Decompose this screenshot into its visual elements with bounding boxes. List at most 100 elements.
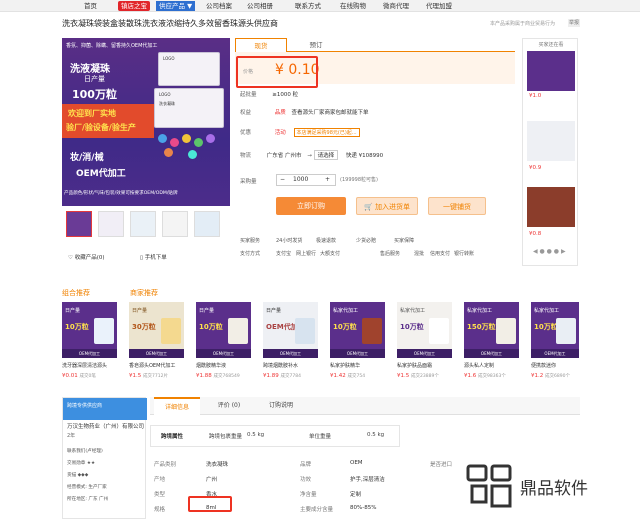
ship-to-select[interactable]: 请选择 (313, 150, 339, 160)
stock-note: (199998粒可售) (340, 177, 378, 183)
promo-value[interactable]: 本店满足采购98元(已)起... (293, 128, 360, 137)
rec-card[interactable]: 私家代加工 10万粒 OEM代加工 (531, 302, 579, 358)
aftersale-transfer: 银行转账 (454, 251, 475, 257)
card-sold: 成交754 (347, 374, 366, 379)
card-product-image (161, 318, 181, 344)
payment-alipay: 支付宝 (276, 251, 292, 257)
cross-border-attributes: 跨境属性 跨境包裹重量 0.5 kg 单位重量 0.5 kg (150, 425, 400, 447)
image-line4: 妆/消/械 (70, 153, 104, 163)
nav-contact[interactable]: 联系方式 (295, 1, 321, 11)
card-name[interactable]: 洗牙器深层清洁源头 (62, 362, 117, 369)
image-footer: 产品颜色/形状/气味/包装/效果可按要求OEM/ODM/贴牌 (64, 191, 178, 196)
moq-row: 起批量 ≥1000 粒 (240, 90, 298, 98)
side-pager[interactable]: ◀ ● ● ● ▶ (533, 248, 566, 255)
card-footer: OEM代加工 (62, 349, 117, 358)
nav-franchise[interactable]: 代理加盟 (426, 1, 452, 11)
thumbnail[interactable] (194, 211, 220, 237)
nav-wechat-agent[interactable]: 微商代理 (383, 1, 409, 11)
shop-contact[interactable]: 联系我们(卢经理) (67, 448, 103, 454)
spec-key: 类型 (154, 492, 166, 498)
section-shop-rec[interactable]: 商家推荐 (130, 288, 158, 298)
card-name[interactable]: 私家护肤精华 (330, 362, 385, 369)
nav-company-profile[interactable]: 公司档案 (206, 1, 232, 11)
card-sold: 成交0笔 (79, 374, 96, 379)
collect-button[interactable]: ♡ 收藏产品(0) (68, 253, 104, 261)
nav-featured[interactable]: 镇店之宝 (118, 1, 150, 11)
shop-name[interactable]: 万汉生物药业（广州）有限公司 (67, 422, 145, 430)
card-name[interactable]: 便携款迷你 (531, 362, 579, 369)
image-banner-line1: 欢迎到厂实地 (68, 109, 116, 118)
rec-card[interactable]: 日产量 10万粒 OEM代加工 (62, 302, 117, 358)
top-navigation: 首页 镇店之宝 供应产品 ▼ 公司档案 公司相册 联系方式 在线购物 微商代理 … (0, 0, 640, 12)
add-to-cart-button[interactable]: 🛒 加入进货单 (356, 197, 418, 215)
nav-company-album[interactable]: 公司相册 (247, 1, 273, 11)
quantity-input[interactable]: 1000 (293, 176, 308, 183)
aftersale-label: 售后服务 (380, 251, 401, 257)
box-logo-label-2: LOGO (159, 92, 171, 97)
service-24h: 24小时发货 (276, 238, 303, 244)
shop-rating: 货描 ◆◆◆ (67, 473, 89, 478)
rec-card[interactable]: 日产量 OEM代加工 OEM代加工 (263, 302, 318, 358)
highlight-box-spec (188, 496, 232, 512)
tab-reviews[interactable]: 评价 (0) (206, 397, 252, 415)
thumbnail[interactable] (98, 211, 124, 237)
benefit-tag: 品质 (274, 110, 286, 116)
pod-icon (194, 138, 203, 147)
product-box-top: LOGO (158, 52, 220, 86)
nav-products-dropdown[interactable]: 供应产品 ▼ (156, 1, 196, 11)
card-price-value: ¥0.01 (62, 373, 78, 379)
tab-order-notes[interactable]: 订购说明 (256, 397, 306, 415)
pod-icon (188, 150, 197, 159)
card-sold: 成交7784 (280, 374, 301, 379)
rec-card[interactable]: 私家代加工 150万粒 OEM代加工 (464, 302, 519, 358)
card-product-image (496, 318, 516, 344)
spec-key: 是否进口 (430, 462, 453, 468)
quantity-stepper[interactable]: − 1000 + (276, 174, 336, 186)
card-product-image (94, 318, 114, 344)
thumbnail[interactable] (162, 211, 188, 237)
ship-from: 广东省 广州市 (266, 153, 302, 159)
tab-details[interactable]: 详细信息 (154, 397, 200, 415)
quantity-plus-button[interactable]: + (325, 176, 330, 183)
quantity-minus-button[interactable]: − (280, 176, 285, 183)
main-product-image[interactable]: 香氛、抑菌、除螨、留香持久OEM代加工 洗液凝珠 日产量 100万粒 欢迎到厂实… (62, 38, 230, 206)
section-combo[interactable]: 组合推荐 (62, 288, 90, 298)
card-footer: OEM代加工 (196, 349, 251, 358)
report-button[interactable]: 举报 (568, 19, 580, 27)
rec-card[interactable]: 私家代加工 10万粒 OEM代加工 (397, 302, 452, 358)
add-to-cart-label: 加入进货单 (374, 203, 410, 211)
card-price-value: ¥1.6 (464, 373, 477, 379)
moq-value: ≥1000 粒 (272, 92, 299, 98)
tab-preorder[interactable]: 预订 (301, 38, 331, 52)
card-price-value: ¥1.89 (263, 373, 279, 379)
spec-key: 品牌 (300, 462, 312, 468)
card-price: ¥1.5 成交23889个 (397, 373, 439, 379)
rec-card[interactable]: 日产量 10万粒 OEM代加工 (196, 302, 251, 358)
card-name[interactable]: 香皂源头OEM代加工 (129, 362, 184, 369)
card-name[interactable]: 跨境烟酰胺补水 (263, 362, 318, 369)
nav-home[interactable]: 首页 (84, 1, 97, 11)
benefit-value: 查看源头厂家商家包邮就能下单 (291, 110, 369, 116)
card-price: ¥1.6 成交98363个 (464, 373, 506, 379)
thumbnail[interactable] (66, 211, 92, 237)
mobile-order-button[interactable]: ▯ 手机下单 (140, 253, 167, 261)
thumbnail-strip (66, 211, 226, 237)
quick-list-button[interactable]: 一键铺货 (428, 197, 486, 215)
side-product-image[interactable] (527, 187, 575, 227)
rec-card[interactable]: 私家代加工 10万粒 OEM代加工 (330, 302, 385, 358)
nav-online-shop[interactable]: 在线购物 (340, 1, 366, 11)
card-name[interactable]: 源头私人定制 (464, 362, 519, 369)
side-product-image[interactable] (527, 51, 575, 91)
card-name[interactable]: 私家护肤品面霜 (397, 362, 452, 369)
card-headline: 10万粒 (333, 323, 357, 331)
rec-card[interactable]: 日产量 30万粒 OEM代加工 (129, 302, 184, 358)
tab-in-stock[interactable]: 现货 (235, 38, 287, 52)
thumbnail[interactable] (130, 211, 156, 237)
card-subtitle: 私家代加工 (467, 308, 493, 314)
card-name[interactable]: 烟酰胺精华液 (196, 362, 251, 369)
side-product-image[interactable] (527, 121, 575, 161)
product-title: 洗衣凝珠袋装盒装散珠洗衣液浓缩持久多效留香珠源头供应商 (62, 19, 278, 28)
card-price-value: ¥1.5 (397, 373, 410, 379)
order-now-button[interactable]: 立即订购 (276, 197, 346, 215)
spec-value: OEM (350, 460, 363, 466)
